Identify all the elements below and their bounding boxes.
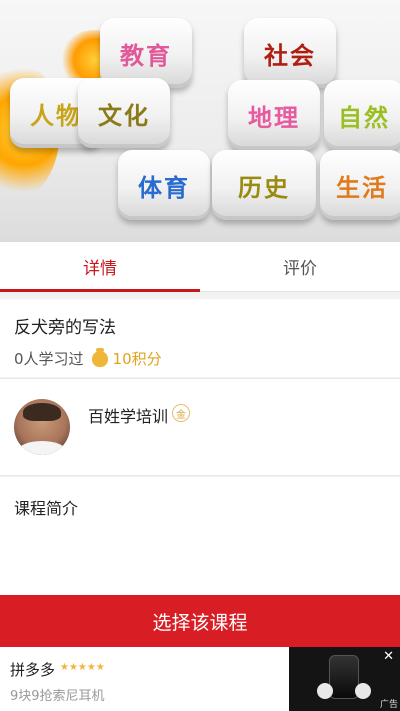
points-badge: 10积分 xyxy=(91,347,162,369)
learner-count: 0人学习过 xyxy=(14,350,84,368)
gold-badge-icon: 金 xyxy=(172,404,190,422)
banner-tile: 社会 xyxy=(244,18,336,88)
banner-tile: 地理 xyxy=(228,80,320,150)
course-info: 反犬旁的写法 0人学习过 10积分 xyxy=(0,299,400,377)
close-icon[interactable]: ✕ xyxy=(383,649,394,664)
tab-reviews[interactable]: 评价 xyxy=(200,242,400,291)
ad-image[interactable]: ✕ 广告 xyxy=(289,647,400,711)
earbud-image xyxy=(355,683,371,699)
course-title: 反犬旁的写法 xyxy=(14,318,116,338)
course-intro: 课程简介 xyxy=(0,477,400,595)
teacher-card[interactable]: 百姓学培训 金 xyxy=(0,378,400,476)
course-meta: 0人学习过 10积分 xyxy=(14,347,386,369)
rating-stars-icon: ★★★★★ xyxy=(60,662,105,673)
tab-details[interactable]: 详情 xyxy=(0,242,200,292)
ad-description: 9块9抢索尼耳机 xyxy=(10,689,105,704)
ad-label: 广告 xyxy=(379,700,398,710)
select-course-button[interactable]: 选择该课程 xyxy=(0,595,400,647)
banner-tile: 体育 xyxy=(118,150,210,220)
detail-tabs: 详情 评价 xyxy=(0,242,400,292)
banner-tile: 自然 xyxy=(324,80,400,150)
course-banner: 教育 社会 人物 文化 地理 自然 体育 历史 生活 xyxy=(0,0,400,242)
money-bag-icon xyxy=(91,347,108,367)
avatar xyxy=(14,399,70,455)
points-value: 10积分 xyxy=(112,350,162,368)
teacher-name: 百姓学培训 xyxy=(88,407,169,426)
banner-tile: 生活 xyxy=(320,150,400,220)
intro-heading: 课程简介 xyxy=(14,499,79,518)
earbud-image xyxy=(317,683,333,699)
ad-brand: 拼多多 xyxy=(10,661,56,679)
banner-tile: 文化 xyxy=(78,78,170,148)
banner-tile: 历史 xyxy=(212,150,316,220)
ad-banner[interactable]: 拼多多 ★★★★★ 9块9抢索尼耳机 ✕ 广告 xyxy=(0,647,400,711)
